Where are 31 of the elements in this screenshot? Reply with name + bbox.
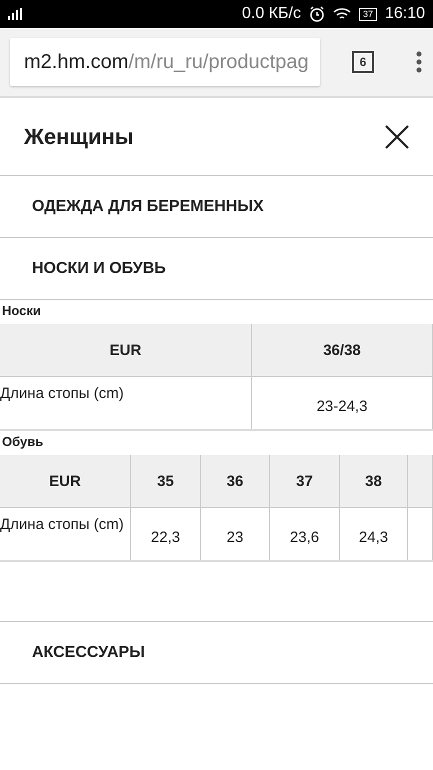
menu-title: Женщины — [24, 124, 134, 150]
battery-indicator: 37 — [358, 8, 377, 20]
table-cell: 23 — [201, 508, 270, 560]
menu-item[interactable]: ОДЕЖДА ДЛЯ БЕРЕМЕННЫХ — [0, 176, 433, 238]
table-title: Носки — [1, 302, 42, 320]
table-title: Обувь — [1, 433, 44, 451]
tab-switcher-button[interactable]: 6 — [352, 51, 374, 73]
table-cell: Длина стопы (cm) — [0, 508, 131, 560]
close-icon[interactable] — [385, 124, 409, 148]
header-cell: 38 — [340, 455, 408, 508]
menu-icon[interactable] — [416, 51, 422, 73]
header-cell: 35 — [131, 455, 201, 508]
header-cell — [408, 455, 433, 508]
address-bar[interactable]: m2.hm.com/m/ru_ru/productpag — [10, 38, 320, 86]
header-cell: EUR — [0, 455, 131, 508]
network-speed: 0.0 КБ/с — [242, 5, 301, 23]
table-cell: 22,3 — [131, 508, 201, 560]
menu-item[interactable]: АКСЕССУАРЫ — [0, 622, 433, 684]
header-cell: 36/38 — [252, 324, 433, 377]
signal-icon — [8, 8, 24, 20]
header-cell: EUR — [0, 324, 252, 377]
table-cell: 23,6 — [270, 508, 340, 560]
table-cell: 23-24,3 — [252, 377, 433, 429]
wifi-icon — [332, 7, 351, 21]
table-cell: Длина стопы (cm) — [0, 377, 252, 429]
clock: 16:10 — [384, 5, 425, 23]
alarm-icon — [308, 6, 325, 22]
header-cell: 36 — [201, 455, 270, 508]
header-cell: 37 — [270, 455, 340, 508]
table-cell: 24,3 — [340, 508, 408, 560]
menu-item[interactable]: НОСКИ И ОБУВЬ — [0, 238, 433, 300]
